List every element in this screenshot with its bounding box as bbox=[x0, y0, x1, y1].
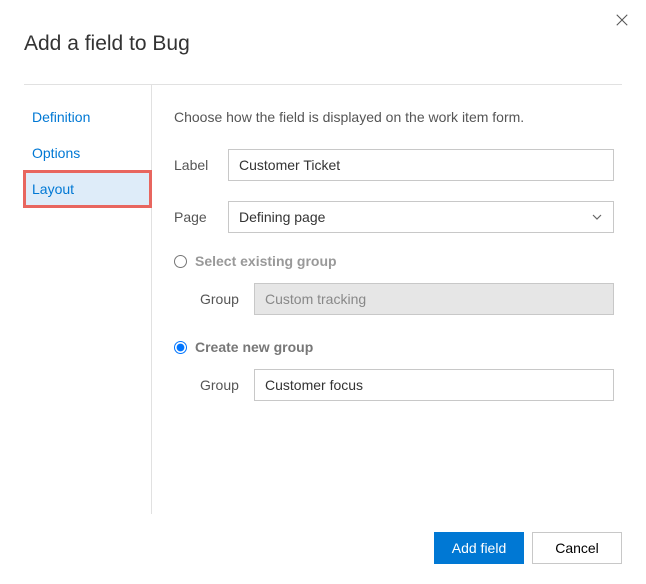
existing-group-input bbox=[254, 283, 614, 315]
footer: Add field Cancel bbox=[24, 514, 622, 564]
page-dropdown[interactable]: Defining page bbox=[228, 201, 614, 233]
label-field-label: Label bbox=[174, 157, 228, 173]
chevron-down-icon bbox=[591, 211, 603, 223]
radio-existing-group-label: Select existing group bbox=[195, 253, 337, 269]
label-input[interactable] bbox=[228, 149, 614, 181]
nav-item-options[interactable]: Options bbox=[24, 135, 151, 171]
existing-group-label: Group bbox=[200, 291, 254, 307]
add-field-button[interactable]: Add field bbox=[434, 532, 524, 564]
nav-item-definition[interactable]: Definition bbox=[24, 99, 151, 135]
sidebar: Definition Options Layout bbox=[24, 85, 152, 514]
content-panel: Choose how the field is displayed on the… bbox=[152, 85, 622, 514]
page-dropdown-value: Defining page bbox=[239, 209, 325, 225]
radio-new-group-label: Create new group bbox=[195, 339, 313, 355]
radio-new-group-input[interactable] bbox=[174, 341, 187, 354]
new-group-label: Group bbox=[200, 377, 254, 393]
radio-existing-group-input[interactable] bbox=[174, 255, 187, 268]
layout-description: Choose how the field is displayed on the… bbox=[174, 109, 614, 125]
dialog-title: Add a field to Bug bbox=[24, 32, 622, 56]
radio-existing-group[interactable]: Select existing group bbox=[174, 253, 614, 269]
page-field-label: Page bbox=[174, 209, 228, 225]
cancel-button[interactable]: Cancel bbox=[532, 532, 622, 564]
close-icon bbox=[615, 13, 629, 27]
close-button[interactable] bbox=[610, 8, 634, 32]
nav-item-layout[interactable]: Layout bbox=[24, 171, 151, 207]
new-group-input[interactable] bbox=[254, 369, 614, 401]
radio-new-group[interactable]: Create new group bbox=[174, 339, 614, 355]
